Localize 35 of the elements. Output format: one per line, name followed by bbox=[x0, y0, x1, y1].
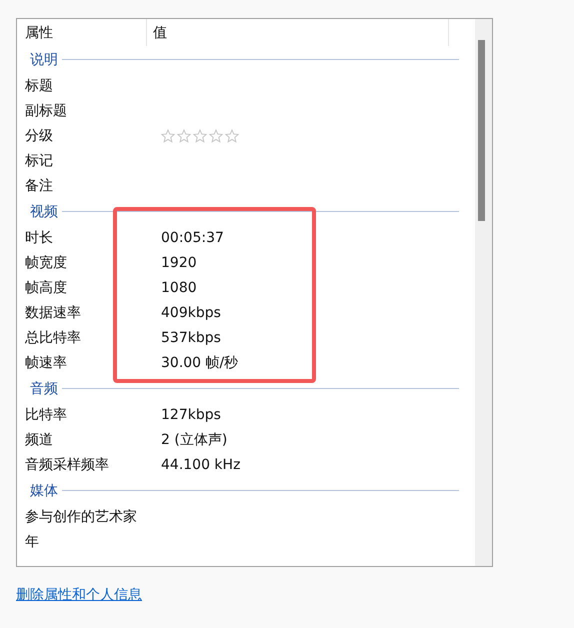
scrollbar-thumb[interactable] bbox=[478, 40, 485, 221]
property-name: 参与创作的艺术家 bbox=[24, 508, 138, 526]
group-heading: 音频 bbox=[30, 380, 59, 398]
property-value: 00:05:37 bbox=[161, 230, 224, 246]
property-name: 年 bbox=[24, 532, 40, 550]
rating-stars[interactable] bbox=[161, 128, 239, 142]
column-header[interactable]: 属性 bbox=[17, 19, 147, 46]
property-name: 数据速率 bbox=[24, 304, 82, 322]
property-name: 帧宽度 bbox=[24, 254, 68, 272]
property-value: 2 (立体声) bbox=[161, 430, 228, 448]
group-heading: 媒体 bbox=[30, 482, 59, 500]
group-heading: 视频 bbox=[30, 202, 59, 220]
property-name: 帧高度 bbox=[24, 278, 68, 296]
property-value: 537kbps bbox=[161, 330, 221, 346]
property-name: 分级 bbox=[24, 126, 54, 144]
property-name: 音频采样频率 bbox=[24, 456, 110, 474]
property-name: 标记 bbox=[24, 152, 54, 170]
property-value: 1920 bbox=[161, 254, 197, 270]
property-name: 比特率 bbox=[24, 406, 68, 424]
property-name: 备注 bbox=[24, 176, 54, 194]
property-name: 频道 bbox=[24, 430, 54, 448]
property-value: 409kbps bbox=[161, 304, 221, 320]
property-name: 标题 bbox=[24, 76, 54, 94]
property-name: 总比特率 bbox=[24, 328, 82, 346]
property-value: 44.100 kHz bbox=[161, 456, 240, 472]
property-value: 127kbps bbox=[161, 406, 221, 422]
remove-properties-link[interactable]: 删除属性和个人信息 bbox=[16, 586, 142, 604]
property-value: 30.00 帧/秒 bbox=[161, 354, 238, 372]
property-name: 帧速率 bbox=[24, 354, 68, 372]
property-name: 时长 bbox=[24, 228, 54, 246]
group-heading: 说明 bbox=[30, 50, 59, 68]
property-value: 1080 bbox=[161, 280, 197, 296]
property-name: 副标题 bbox=[24, 102, 68, 120]
scrollbar[interactable] bbox=[475, 19, 492, 566]
column-header[interactable]: 值 bbox=[147, 19, 449, 46]
